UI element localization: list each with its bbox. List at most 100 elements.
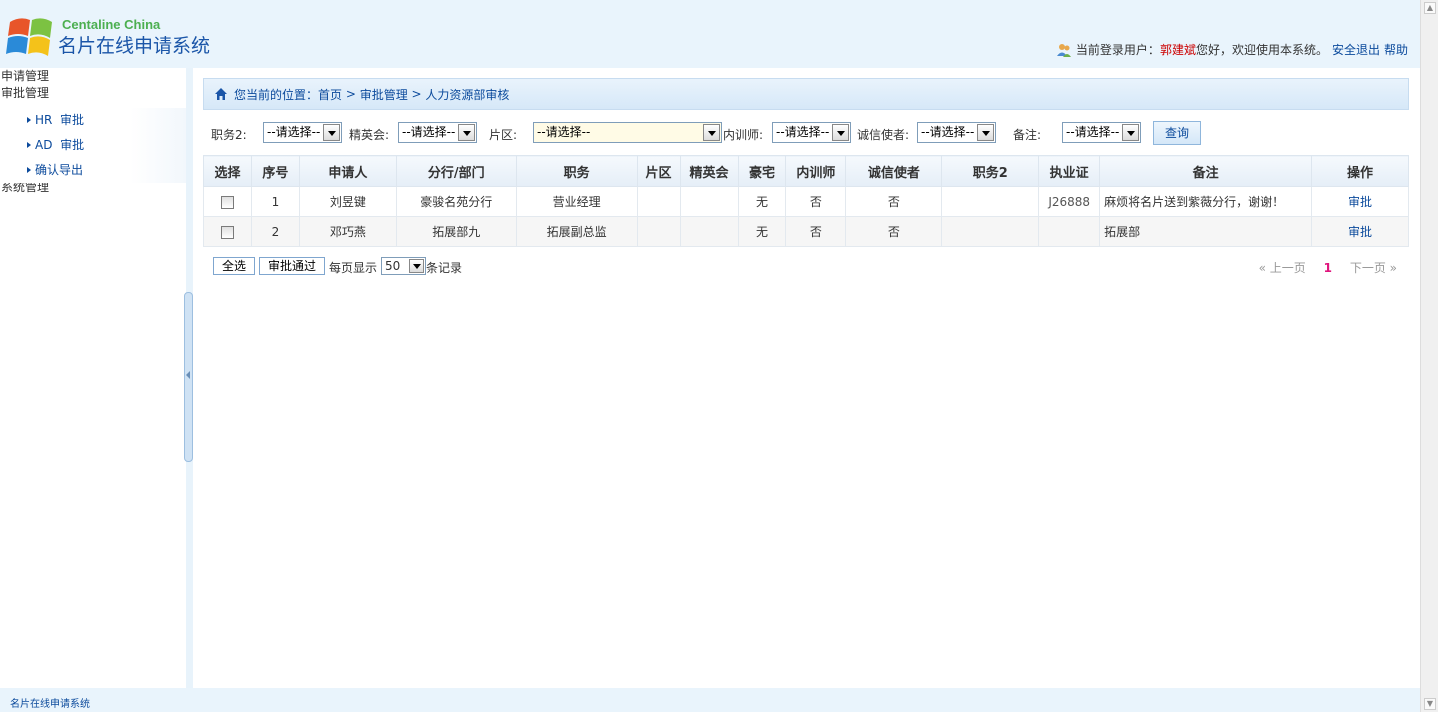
cell-mansion: 无 <box>737 186 787 217</box>
filter-trainer-select[interactable]: --请选择-- <box>772 122 851 143</box>
cell-applicant: 邓巧燕 <box>298 216 397 247</box>
filter-integrity-select[interactable]: --请选择-- <box>917 122 996 143</box>
cell-branch: 豪骏名苑分行 <box>395 186 517 217</box>
cell-remark: 拓展部 <box>1099 216 1312 247</box>
cell-license <box>1038 216 1101 247</box>
sidebar-item-ad-approve[interactable]: AD 审批 <box>0 133 186 158</box>
filter-bar: 职务2: --请选择-- 精英会: --请选择-- 片区: --请选择-- 内训… <box>211 121 1411 145</box>
filter-elite-select[interactable]: --请选择-- <box>398 122 477 143</box>
row-checkbox[interactable] <box>220 225 234 239</box>
cell-integrity: 否 <box>845 216 943 247</box>
help-link[interactable]: 帮助 <box>1384 41 1408 58</box>
cell-branch: 拓展部九 <box>395 216 517 247</box>
breadcrumb-prefix: 您当前的位置： <box>234 87 319 102</box>
user-welcome: 您好，欢迎使用本系统。 <box>1195 43 1328 57</box>
cell-integrity: 否 <box>845 186 943 217</box>
column-header: 精英会 <box>679 155 739 187</box>
home-icon <box>215 88 227 100</box>
cell-position: 拓展副总监 <box>515 216 638 247</box>
sidebar-collapse-handle[interactable] <box>184 292 193 462</box>
column-header: 职务 <box>515 155 638 187</box>
row-checkbox[interactable] <box>220 195 234 209</box>
cell-license: J26888 <box>1038 186 1101 217</box>
triangle-right-icon <box>27 117 31 123</box>
cell-no: 1 <box>250 186 300 217</box>
cell-mansion: 无 <box>737 216 787 247</box>
breadcrumb: 您当前的位置： 首页 > 审批管理 > 人力资源部审核 <box>203 78 1409 110</box>
dropdown-arrow-icon <box>323 124 340 141</box>
triangle-right-icon <box>27 167 31 173</box>
dropdown-arrow-icon <box>832 124 849 141</box>
column-header: 序号 <box>250 155 300 187</box>
breadcrumb-separator: > <box>407 87 426 101</box>
breadcrumb-separator: > <box>342 87 360 101</box>
cell-elite <box>679 186 739 217</box>
approve-selected-button[interactable]: 审批通过 <box>259 257 325 275</box>
chevron-left-icon <box>186 371 190 379</box>
sidebar-group-apply[interactable]: 申请管理 <box>0 68 186 85</box>
vertical-scrollbar[interactable]: ▲ ▼ <box>1420 0 1438 712</box>
filter-position2-label: 职务2: <box>211 128 247 142</box>
main-panel: 您当前的位置： 首页 > 审批管理 > 人力资源部审核 职务2: --请选择--… <box>193 68 1420 688</box>
pagination: « 上一页 1 下一页 » <box>1259 259 1397 276</box>
records-label: 条记录 <box>426 261 463 275</box>
scroll-down-icon[interactable]: ▼ <box>1424 698 1436 710</box>
sidebar-item-confirm-export[interactable]: 确认导出 <box>0 158 186 183</box>
table-actions: 全选 审批通过 每页显示 50 条记录 « 上一页 1 下一页 » <box>213 257 1413 277</box>
footer: 名片在线申请系统 <box>0 688 1420 712</box>
cell-elite <box>679 216 739 247</box>
brand-english: Centaline China <box>62 17 161 32</box>
breadcrumb-approve-management[interactable]: 审批管理 <box>360 86 408 103</box>
brand-chinese: 名片在线申请系统 <box>58 35 211 57</box>
sidebar: 申请管理 审批管理 HR 审批 AD 审批 确认导出 系统管理 <box>0 68 186 688</box>
header: Centaline China 名片在线申请系统 当前登录用户： 郭建斌 您好，… <box>0 0 1420 68</box>
approve-link[interactable]: 审批 <box>1348 195 1372 209</box>
logout-link[interactable]: 安全退出 <box>1332 41 1380 58</box>
applications-table: 选择 序号 申请人 分行/部门 职务 片区 精英会 豪宅 内训师 诚信使者 职务… <box>203 155 1410 247</box>
cell-position2 <box>941 216 1040 247</box>
sidebar-item-hr-approve[interactable]: HR 审批 <box>0 108 186 133</box>
triangle-right-icon <box>27 142 31 148</box>
cell-trainer: 否 <box>785 186 847 217</box>
breadcrumb-home[interactable]: 首页 <box>318 86 342 103</box>
next-page-link[interactable]: 下一页 » <box>1350 261 1397 275</box>
column-header: 诚信使者 <box>845 155 943 187</box>
table-row: 1 刘昱键 豪骏名苑分行 营业经理 无 否 否 J26888 麻烦将名片送到紫薇… <box>203 186 1410 217</box>
filter-position2-select[interactable]: --请选择-- <box>263 122 342 143</box>
column-header: 备注 <box>1099 155 1312 187</box>
row-select-cell <box>203 186 252 217</box>
cell-action: 审批 <box>1310 186 1410 217</box>
prev-page-link[interactable]: « 上一页 <box>1259 261 1306 275</box>
column-header: 执业证 <box>1038 155 1101 187</box>
per-page-label: 每页显示 <box>329 261 378 275</box>
column-header: 豪宅 <box>737 155 787 187</box>
column-header: 选择 <box>203 155 252 187</box>
row-select-cell <box>203 216 252 247</box>
sidebar-group-approve[interactable]: 审批管理 <box>0 85 186 102</box>
dropdown-arrow-icon <box>977 124 994 141</box>
dropdown-arrow-icon <box>703 124 720 141</box>
filter-integrity-label: 诚信使者: <box>857 128 910 142</box>
per-page-select[interactable]: 50 <box>381 257 426 275</box>
filter-remark-label: 备注: <box>1013 128 1042 142</box>
cell-remark: 麻烦将名片送到紫薇分行，谢谢！ <box>1099 186 1312 217</box>
breadcrumb-current: 人力资源部审核 <box>425 87 510 102</box>
current-page: 1 <box>1323 261 1332 275</box>
scroll-up-icon[interactable]: ▲ <box>1424 2 1436 14</box>
column-header: 分行/部门 <box>395 155 517 187</box>
cell-action: 审批 <box>1310 216 1410 247</box>
dropdown-arrow-icon <box>409 259 424 273</box>
filter-trainer-label: 内训师: <box>723 128 764 142</box>
approve-link[interactable]: 审批 <box>1348 225 1372 239</box>
query-button[interactable]: 查询 <box>1153 121 1201 145</box>
filter-elite-label: 精英会: <box>349 128 390 142</box>
filter-area-label: 片区: <box>489 128 518 142</box>
column-header: 申请人 <box>298 155 397 187</box>
filter-area-select[interactable]: --请选择-- <box>533 122 722 143</box>
select-all-button[interactable]: 全选 <box>213 257 255 275</box>
cell-area <box>636 186 681 217</box>
dropdown-arrow-icon <box>1122 124 1139 141</box>
cell-trainer: 否 <box>785 216 847 247</box>
column-header: 职务2 <box>941 155 1040 187</box>
filter-remark-select[interactable]: --请选择-- <box>1062 122 1141 143</box>
